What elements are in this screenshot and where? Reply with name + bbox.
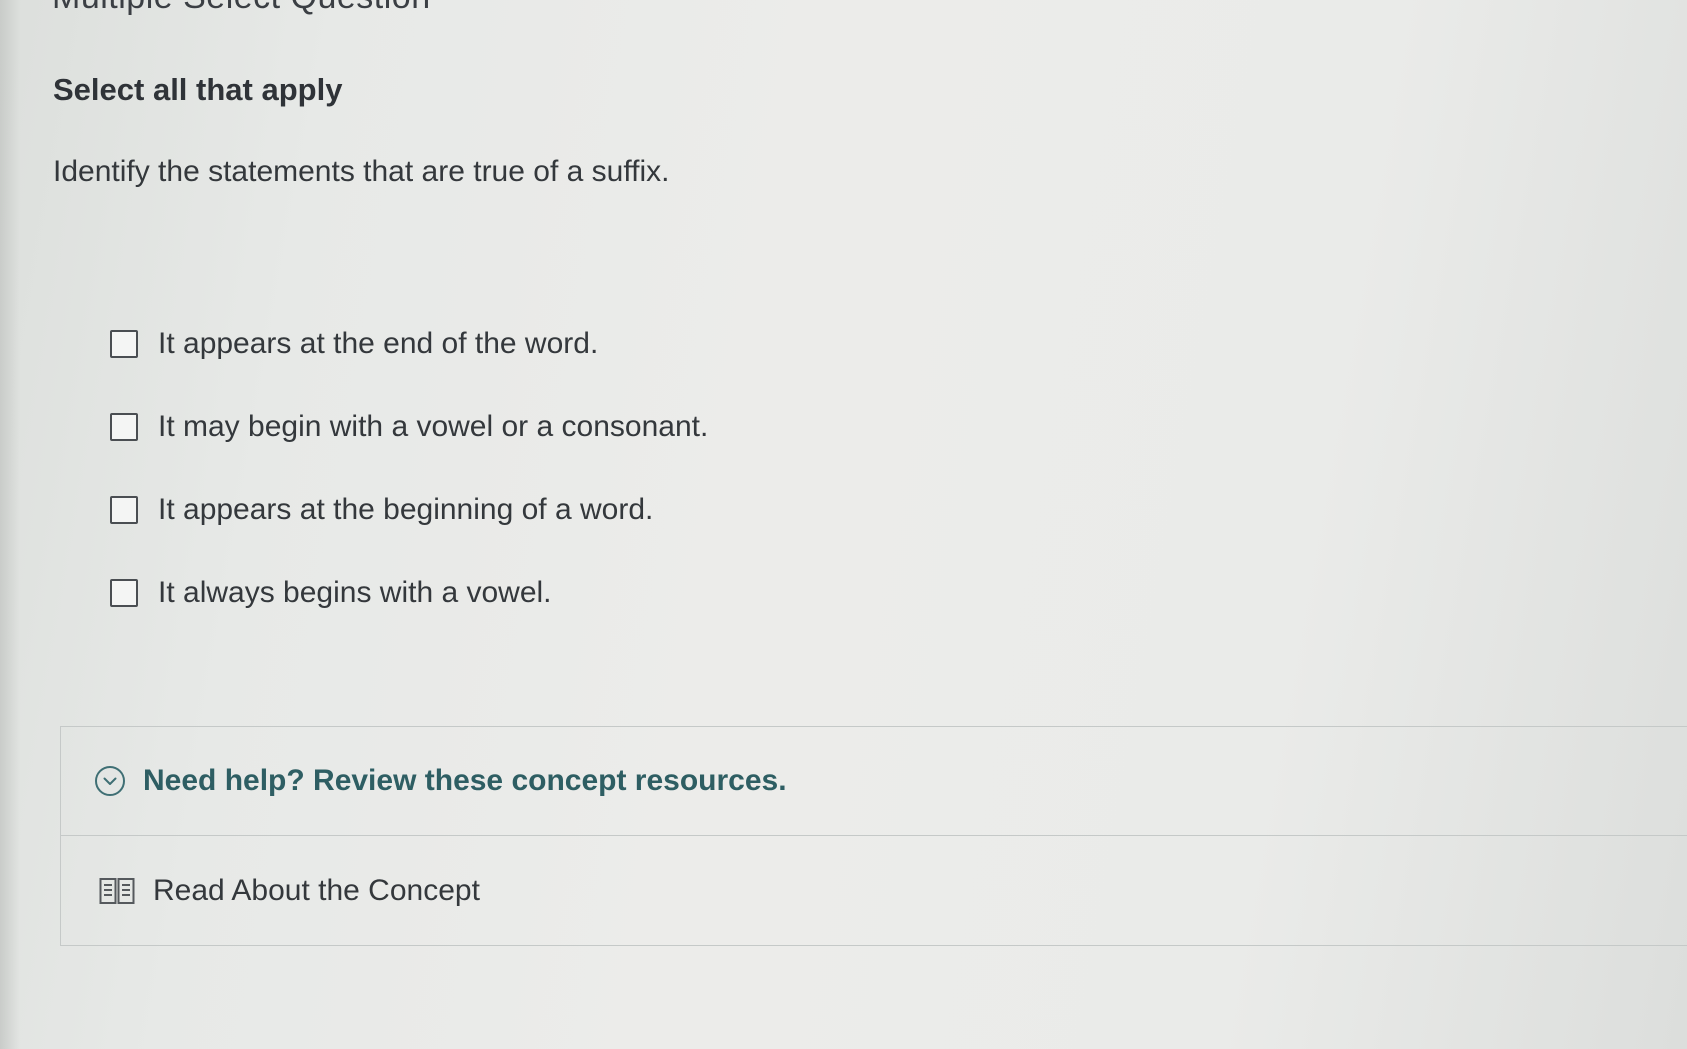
answer-option-label: It always begins with a vowel. [158, 576, 552, 609]
answer-option-4[interactable]: It always begins with a vowel. [110, 571, 708, 615]
answer-checkbox[interactable] [110, 579, 138, 607]
read-about-concept-link[interactable]: Read About the Concept [61, 836, 1687, 946]
book-icon [99, 877, 135, 905]
answer-option-label: It appears at the beginning of a word. [158, 493, 654, 526]
answer-options: It appears at the end of the word. It ma… [110, 322, 708, 654]
question-type-title: Multiple Select Question [52, 0, 431, 17]
answer-option-label: It appears at the end of the word. [158, 327, 599, 360]
read-about-concept-label: Read About the Concept [153, 874, 480, 907]
answer-checkbox[interactable] [110, 330, 138, 358]
concept-resources-toggle[interactable]: Need help? Review these concept resource… [61, 727, 1687, 836]
answer-option-2[interactable]: It may begin with a vowel or a consonant… [110, 405, 708, 449]
answer-checkbox[interactable] [110, 496, 138, 524]
screen-edge-shadow [0, 0, 20, 1049]
answer-option-3[interactable]: It appears at the beginning of a word. [110, 488, 708, 532]
answer-option-1[interactable]: It appears at the end of the word. [110, 322, 708, 366]
answer-checkbox[interactable] [110, 413, 138, 441]
chevron-down-circle-icon [95, 766, 125, 796]
concept-resources-panel: Need help? Review these concept resource… [60, 726, 1687, 946]
answer-option-label: It may begin with a vowel or a consonant… [158, 410, 709, 443]
concept-resources-title: Need help? Review these concept resource… [143, 764, 787, 797]
question-instruction: Select all that apply [53, 72, 343, 107]
question-prompt: Identify the statements that are true of… [53, 155, 670, 188]
